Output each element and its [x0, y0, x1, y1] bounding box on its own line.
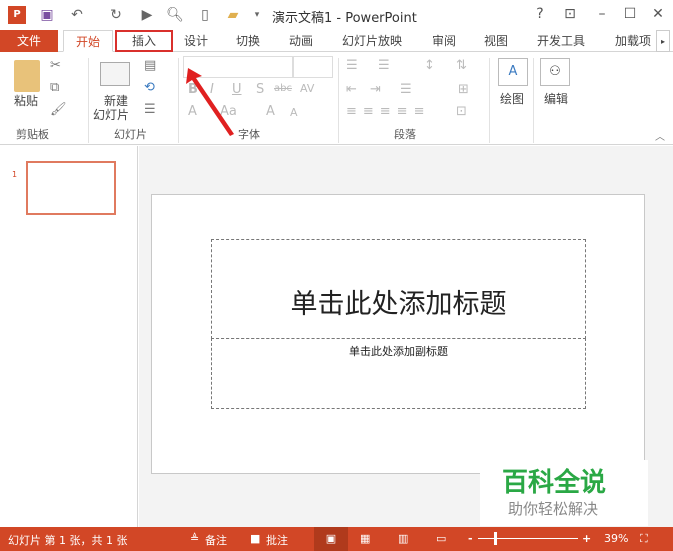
tab-developer[interactable]: 开发工具: [531, 30, 591, 52]
tab-transitions[interactable]: 切换: [228, 30, 268, 52]
line-spacing-icon[interactable]: ↕: [424, 58, 435, 73]
ribbon-display-button[interactable]: ⊡: [560, 6, 580, 22]
drawing-icon[interactable]: A: [498, 58, 528, 86]
alignment-icons[interactable]: ≡≡≡≡≡: [346, 104, 430, 119]
section-icon[interactable]: ☰: [144, 102, 156, 117]
slide-thumbnail[interactable]: [26, 161, 116, 215]
copy-icon[interactable]: ⧉: [50, 80, 59, 95]
font-size-select[interactable]: [293, 56, 333, 78]
cut-icon[interactable]: ✂: [50, 58, 61, 73]
shadow-icon[interactable]: S: [256, 82, 264, 97]
new-slide-label-2[interactable]: 幻灯片: [93, 106, 129, 123]
watermark-subtitle: 助你轻松解决: [508, 500, 599, 518]
comments-button[interactable]: 批注: [266, 532, 288, 548]
divider: [88, 58, 89, 143]
drawing-button[interactable]: 绘图: [500, 90, 524, 107]
group-label-font: 字体: [238, 128, 260, 141]
ribbon-tabs: 文件 开始 插入 设计 切换 动画 幻灯片放映 审阅 视图 开发工具 加载项 ▸: [0, 30, 673, 52]
ribbon: 粘贴 ✂ ⧉ 🖌︎ 剪贴板 新建 幻灯片 ▤ ⟲ ☰ 幻灯片 B I U S a…: [0, 52, 673, 145]
divider: [178, 58, 179, 143]
char-spacing-icon[interactable]: AV: [300, 82, 314, 95]
thumbnail-number: 1: [12, 170, 18, 179]
group-label-slides: 幻灯片: [114, 128, 147, 141]
divider: [338, 58, 339, 143]
powerpoint-logo-icon: P: [8, 6, 26, 24]
paste-button[interactable]: 粘贴: [14, 92, 38, 109]
find-binoculars-icon[interactable]: ⚇: [540, 58, 570, 86]
strikethrough-icon[interactable]: abc: [274, 83, 292, 94]
minimize-button[interactable]: –: [592, 6, 612, 22]
slide-canvas[interactable]: 单击此处添加标题 单击此处添加副标题: [151, 194, 645, 474]
watermark: 百科全说 助你轻松解决: [480, 460, 648, 526]
slide-info: 幻灯片 第 1 张，共 1 张: [8, 534, 128, 547]
open-folder-icon[interactable]: ▰: [224, 6, 242, 24]
zoom-in-button[interactable]: +: [582, 532, 591, 545]
format-painter-icon[interactable]: 🖌︎: [50, 102, 67, 117]
zoom-slider[interactable]: [478, 538, 578, 539]
help-button[interactable]: ?: [530, 6, 550, 22]
title-bar: P ▣ ↶ ↻ ▶ 🔍︎ ▯ ▰ ▾ 演示文稿1 - PowerPoint ? …: [0, 0, 673, 30]
text-direction-icon[interactable]: ⇅: [456, 58, 467, 73]
status-bar: 幻灯片 第 1 张，共 1 张 ≜ 备注 ■ 批注 ▣ ▦ ▥ ▭ - + 39…: [0, 527, 673, 551]
tab-animations[interactable]: 动画: [281, 30, 321, 52]
new-slide-icon[interactable]: [100, 62, 130, 86]
print-preview-icon[interactable]: 🔍︎: [166, 6, 184, 24]
zoom-out-button[interactable]: -: [468, 532, 473, 545]
reading-view-button[interactable]: ▥: [398, 532, 408, 545]
tab-addins[interactable]: 加载项: [608, 30, 658, 52]
close-button[interactable]: ✕: [648, 6, 668, 22]
tab-slideshow[interactable]: 幻灯片放映: [336, 30, 408, 52]
customize-qat-icon[interactable]: ▾: [248, 6, 266, 24]
grow-font-icon[interactable]: A: [266, 104, 275, 119]
maximize-button[interactable]: ☐: [620, 6, 640, 22]
notes-button[interactable]: 备注: [205, 532, 227, 548]
tab-design[interactable]: 设计: [176, 30, 216, 52]
layout-icon[interactable]: ▤: [144, 58, 156, 73]
tab-file[interactable]: 文件: [0, 30, 58, 52]
editing-button[interactable]: 编辑: [544, 90, 568, 107]
watermark-title: 百科全说: [502, 468, 607, 498]
divider: [533, 58, 534, 143]
tab-view[interactable]: 视图: [476, 30, 516, 52]
title-placeholder[interactable]: 单击此处添加标题: [211, 239, 586, 339]
redo-icon[interactable]: ↻: [107, 6, 125, 24]
collapse-ribbon-icon[interactable]: ︿: [655, 128, 665, 143]
new-file-icon[interactable]: ▯: [196, 6, 214, 24]
tab-home[interactable]: 开始: [63, 30, 113, 52]
zoom-level[interactable]: 39%: [604, 532, 628, 545]
shrink-font-icon[interactable]: A: [290, 106, 298, 119]
slideshow-view-button[interactable]: ▭: [436, 532, 446, 545]
align-text-icon[interactable]: ⊞: [458, 82, 469, 97]
save-icon[interactable]: ▣: [38, 6, 56, 24]
divider: [489, 58, 490, 143]
paste-icon[interactable]: [14, 60, 40, 92]
tab-review[interactable]: 审阅: [424, 30, 464, 52]
window-title: 演示文稿1 - PowerPoint: [272, 11, 417, 26]
subtitle-placeholder[interactable]: 单击此处添加副标题: [211, 338, 586, 409]
increase-indent-icon[interactable]: ⇥: [370, 82, 381, 97]
start-slideshow-icon[interactable]: ▶: [138, 6, 156, 24]
reset-icon[interactable]: ⟲: [144, 80, 155, 95]
undo-icon[interactable]: ↶: [68, 6, 86, 24]
scroll-tabs-right-icon[interactable]: ▸: [656, 30, 670, 52]
smartart-icon[interactable]: ⊡: [456, 104, 467, 119]
comments-icon[interactable]: ■: [250, 532, 260, 545]
normal-view-button[interactable]: ▣: [314, 527, 348, 551]
decrease-indent-icon[interactable]: ⇤: [346, 82, 357, 97]
group-label-clipboard: 剪贴板: [16, 128, 49, 141]
group-label-paragraph: 段落: [394, 128, 416, 141]
bullets-icon[interactable]: ☰: [346, 58, 358, 73]
notes-icon[interactable]: ≜: [190, 532, 199, 545]
slide-sorter-button[interactable]: ▦: [360, 532, 370, 545]
zoom-slider-thumb[interactable]: [494, 532, 497, 545]
tab-insert[interactable]: 插入: [115, 30, 173, 52]
numbering-icon[interactable]: ☰: [378, 58, 390, 73]
columns-icon[interactable]: ☰: [400, 82, 412, 97]
red-arrow-annotation: [186, 68, 234, 136]
fit-to-window-icon[interactable]: ⛶: [640, 532, 648, 546]
